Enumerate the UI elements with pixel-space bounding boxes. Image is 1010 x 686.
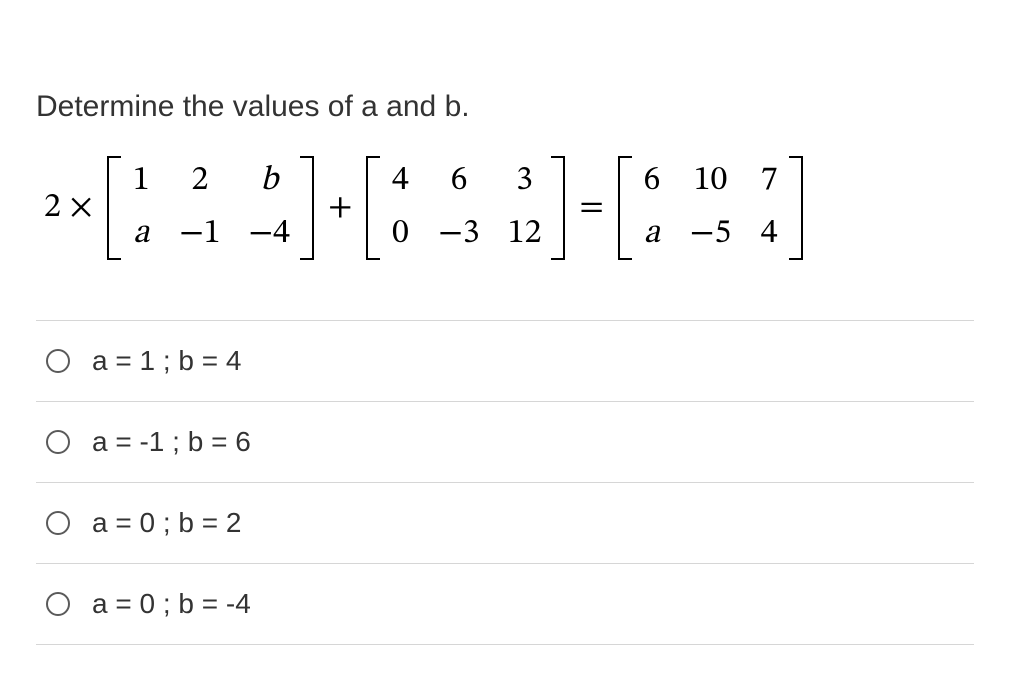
m1-cell: −4 [249,213,290,256]
option-2[interactable]: a = -1 ; b = 6 [36,402,974,483]
question-text: Determine the values of a and b. [36,90,974,124]
m1-cell: −1 [179,213,220,256]
m1-cell: 2 [179,160,220,203]
radio-icon [46,349,70,373]
matrix-3: 6 10 7 a −5 4 [618,156,803,260]
m3-cell: 10 [690,160,731,203]
m3-cell: 4 [759,213,779,256]
m2-cell: 3 [508,160,542,203]
m3-cell: a [642,213,662,256]
option-4[interactable]: a = 0 ; b = -4 [36,564,974,645]
bracket-left-icon [107,156,121,260]
radio-icon [46,430,70,454]
equals-operator: = [575,187,607,230]
m2-cell: −3 [438,213,479,256]
m3-cell: 7 [759,160,779,203]
bracket-right-icon [551,156,565,260]
m3-cell: −5 [690,213,731,256]
option-1[interactable]: a = 1 ; b = 4 [36,321,974,402]
radio-icon [46,511,70,535]
option-label: a = 0 ; b = -4 [92,588,251,620]
option-3[interactable]: a = 0 ; b = 2 [36,483,974,564]
option-label: a = 0 ; b = 2 [92,507,241,539]
bracket-right-icon [789,156,803,260]
radio-icon [46,592,70,616]
options-list: a = 1 ; b = 4 a = -1 ; b = 6 a = 0 ; b =… [36,320,974,645]
m1-cell: b [249,160,290,203]
plus-operator: + [324,187,356,230]
matrix-1: 1 2 b a −1 −4 [107,156,314,260]
matrix-2: 4 6 3 0 −3 12 [366,156,565,260]
m1-cell: 1 [131,160,151,203]
matrix-equation: 2 × 1 2 b a −1 −4 + 4 6 3 0 −3 12 [40,156,974,260]
scalar: 2 × [40,187,97,230]
bracket-right-icon [300,156,314,260]
option-label: a = -1 ; b = 6 [92,426,251,458]
m2-cell: 6 [438,160,479,203]
m2-cell: 0 [390,213,410,256]
m3-cell: 6 [642,160,662,203]
m1-cell: a [131,213,151,256]
m2-cell: 4 [390,160,410,203]
m2-cell: 12 [508,213,542,256]
option-label: a = 1 ; b = 4 [92,345,241,377]
bracket-left-icon [366,156,380,260]
bracket-left-icon [618,156,632,260]
